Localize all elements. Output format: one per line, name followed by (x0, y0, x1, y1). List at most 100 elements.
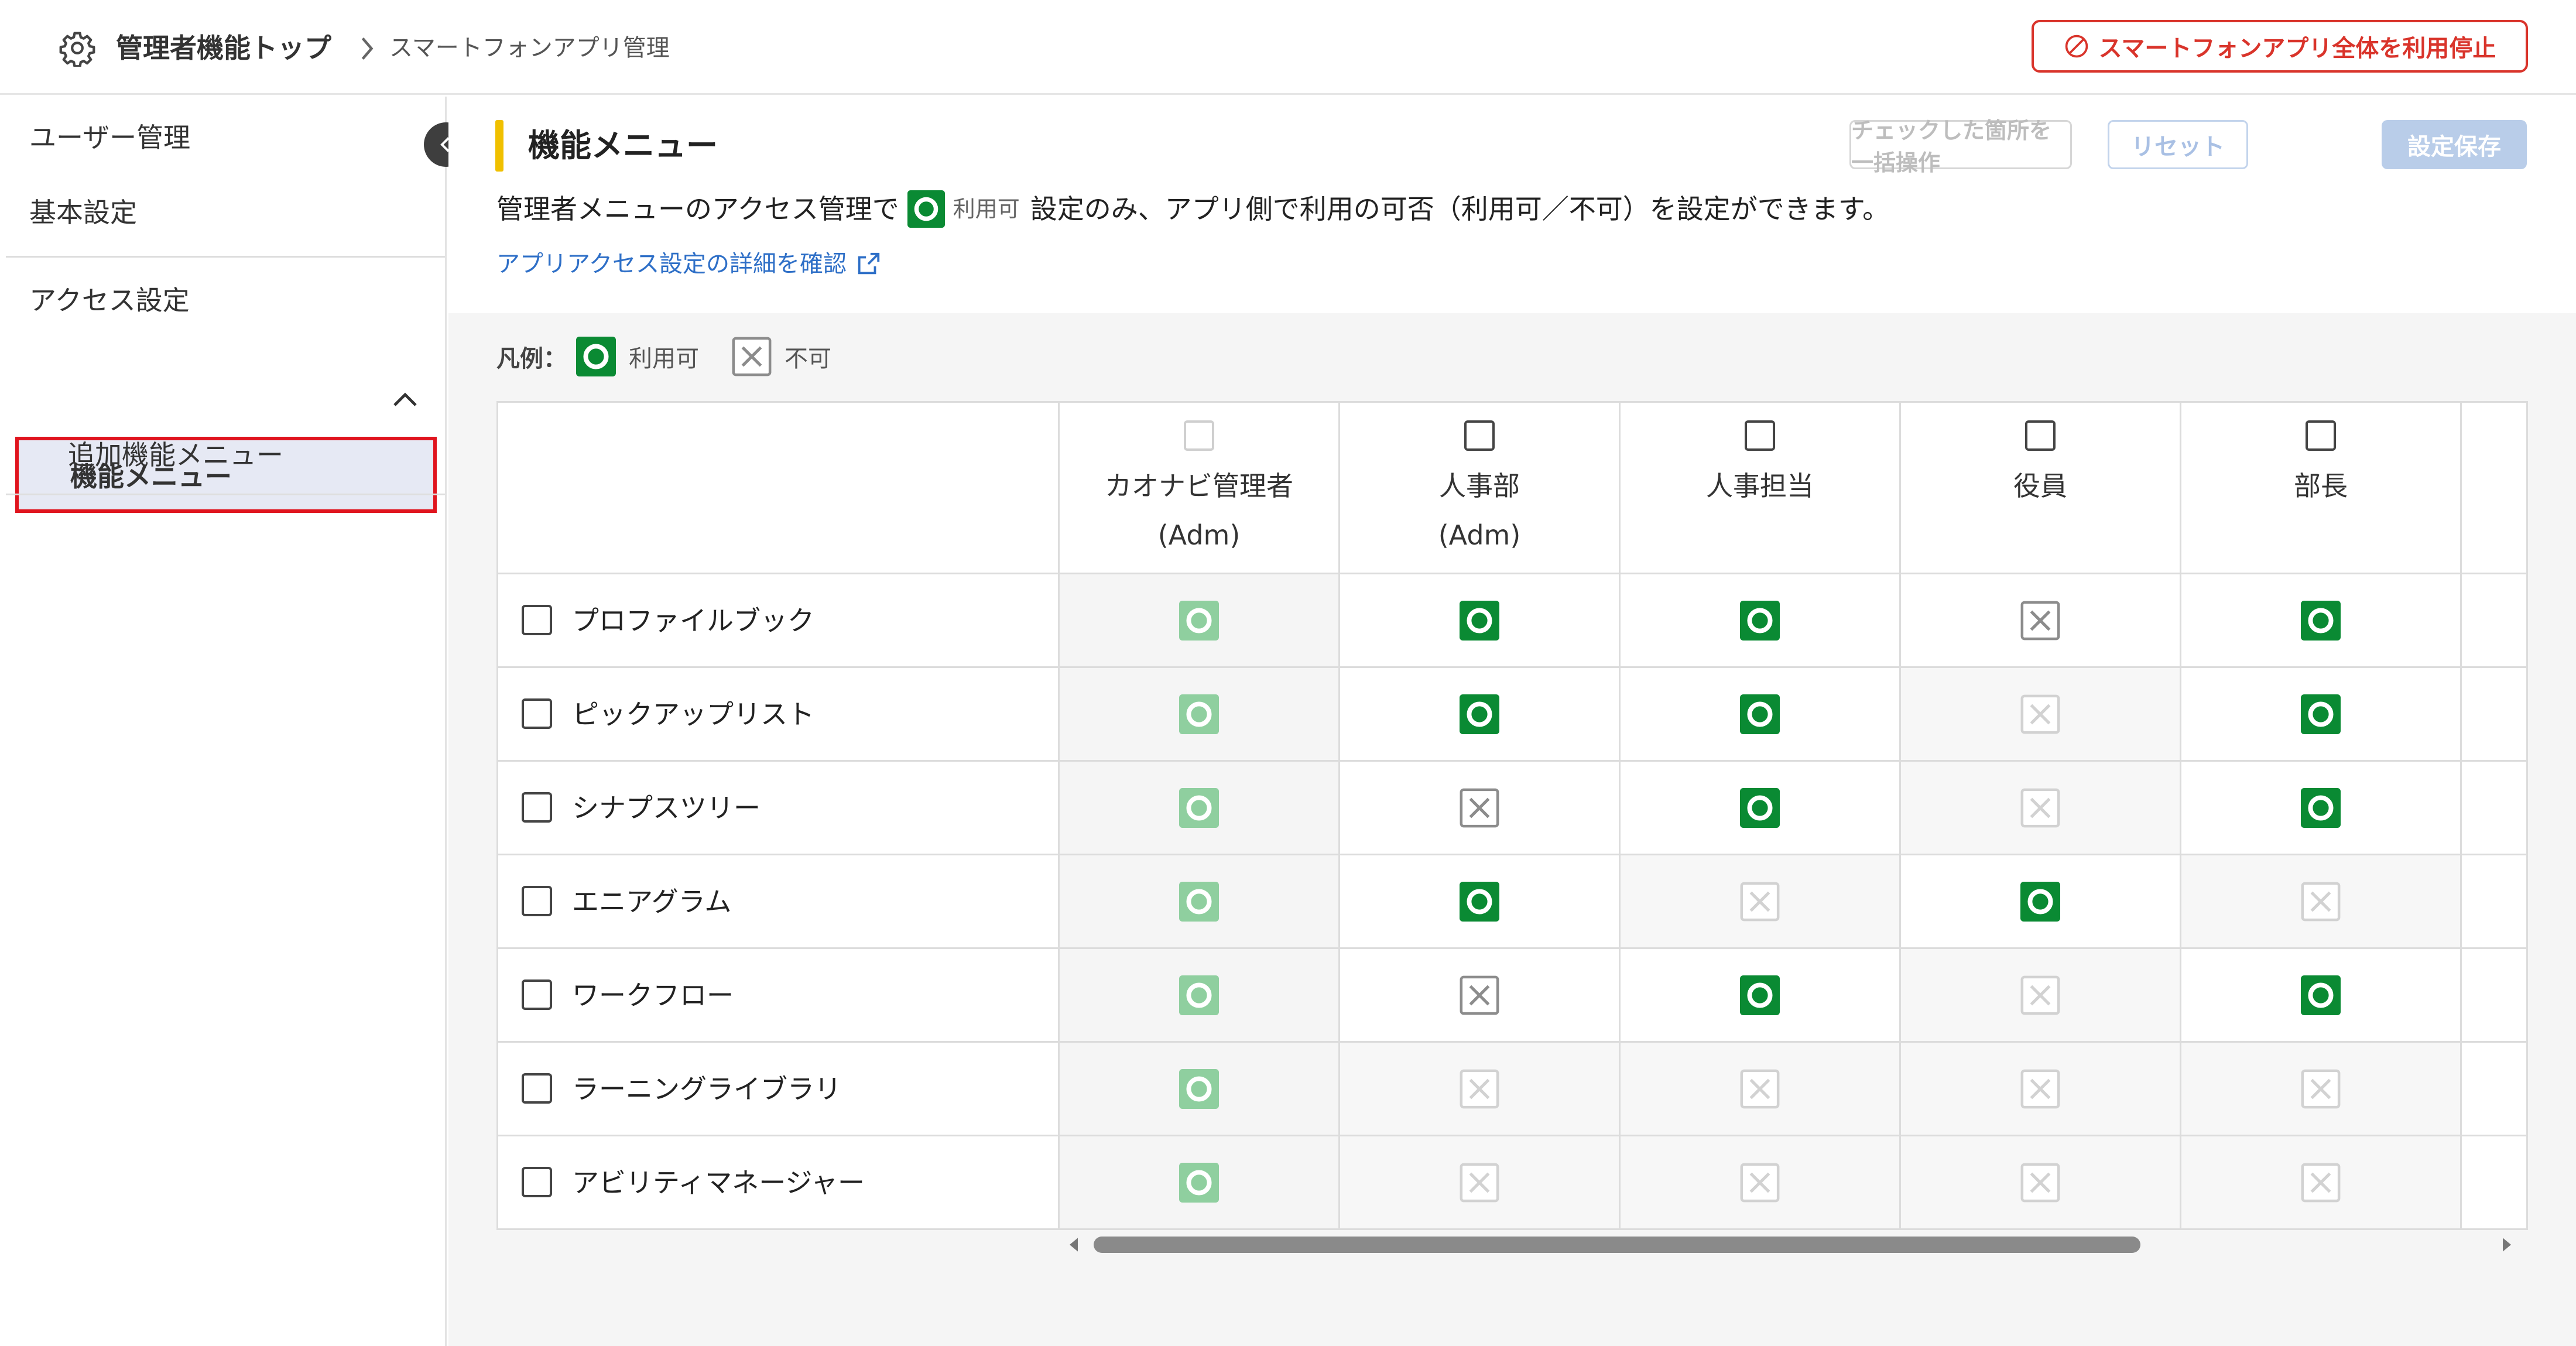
breadcrumb-root[interactable]: 管理者機能トップ (116, 30, 331, 66)
column-select-checkbox[interactable] (1745, 420, 1775, 451)
external-link-icon (858, 252, 880, 275)
available-icon (1179, 694, 1219, 734)
save-button[interactable]: 設定保存 (2382, 120, 2527, 169)
column-header: マ (2460, 403, 2526, 573)
unavailable-icon (2301, 1163, 2341, 1203)
permission-cell (1338, 668, 1619, 761)
available-icon (1179, 788, 1219, 828)
permission-cell (1899, 855, 2180, 948)
available-icon[interactable] (2301, 694, 2341, 734)
permission-cell (1899, 949, 2180, 1042)
column-header: 部長 (2180, 403, 2460, 573)
access-detail-link[interactable]: アプリアクセス設定の詳細を確認 (496, 248, 882, 280)
permission-cell (1619, 762, 1899, 854)
permission-cell (1338, 1136, 1619, 1228)
description-badge-label: 利用可 (953, 196, 1020, 222)
description-text-before: 管理者メニューのアクセス管理で (496, 193, 899, 225)
sidebar: ユーザー管理 基本設定 アクセス設定 機能メニュー 追加機能メニュー (0, 97, 468, 1346)
available-icon[interactable] (2301, 975, 2341, 1015)
breadcrumb-current: スマートフォンアプリ管理 (389, 35, 670, 61)
permission-cell (1619, 855, 1899, 948)
reset-button[interactable]: リセット (2108, 120, 2248, 169)
available-icon[interactable] (1460, 882, 1499, 922)
permission-cell (1338, 574, 1619, 667)
sidebar-item-basic-settings[interactable]: 基本設定 (29, 195, 137, 230)
row-select-checkbox[interactable] (522, 792, 552, 823)
legend-available-label: 利用可 (629, 345, 699, 372)
gear-icon[interactable] (59, 29, 96, 67)
column-select-checkbox[interactable] (2025, 420, 2056, 451)
row-label: ラーニングライブラリ (572, 1073, 841, 1105)
column-header: カオナビ管理者 (Adm) (1058, 403, 1338, 573)
app-header: 管理者機能トップ スマートフォンアプリ管理 スマートフォンアプリ全体を利用停止 (0, 0, 2576, 95)
sidebar-item-user-management[interactable]: ユーザー管理 (29, 120, 190, 155)
available-icon[interactable] (1740, 601, 1780, 641)
column-select-checkbox (1184, 420, 1214, 451)
available-icon[interactable] (2301, 788, 2341, 828)
unavailable-icon (2301, 1069, 2341, 1109)
permission-cell (2180, 762, 2460, 854)
scroll-left-arrow-icon[interactable] (1067, 1237, 1081, 1253)
permission-cell (2460, 1136, 2526, 1228)
unavailable-icon (2020, 975, 2060, 1015)
table-row: エニアグラム (498, 855, 1058, 948)
column-select-checkbox[interactable] (2306, 420, 2336, 451)
row-select-checkbox[interactable] (522, 886, 552, 916)
sidebar-divider (6, 256, 445, 258)
unavailable-icon[interactable] (1460, 788, 1499, 828)
permission-cell (1619, 1043, 1899, 1135)
row-select-checkbox[interactable] (522, 979, 552, 1010)
column-select-checkbox[interactable] (1464, 420, 1495, 451)
unavailable-icon[interactable] (2020, 601, 2060, 641)
available-icon[interactable] (1740, 975, 1780, 1015)
stop-app-button[interactable]: スマートフォンアプリ全体を利用停止 (2032, 20, 2528, 73)
permission-cell (1338, 949, 1619, 1042)
available-icon[interactable] (1460, 694, 1499, 734)
available-icon (1179, 882, 1219, 922)
unavailable-icon (1740, 1069, 1780, 1109)
permission-cell (2180, 1043, 2460, 1135)
permission-cell (1619, 668, 1899, 761)
permission-cell (1899, 668, 2180, 761)
permission-cell (1899, 1043, 2180, 1135)
unavailable-icon[interactable] (1460, 975, 1499, 1015)
permission-cell (1338, 1043, 1619, 1135)
available-icon[interactable] (2020, 882, 2060, 922)
permission-cell (1058, 1136, 1338, 1228)
available-icon[interactable] (1740, 788, 1780, 828)
sidebar-item-access-settings[interactable]: アクセス設定 (29, 283, 190, 318)
title-accent-bar (495, 120, 503, 172)
chevron-up-icon[interactable] (391, 391, 419, 409)
permission-cell (2180, 574, 2460, 667)
permission-cell (1338, 762, 1619, 854)
permission-cell (1058, 949, 1338, 1042)
permission-cell (1899, 574, 2180, 667)
row-label: エニアグラム (572, 886, 732, 917)
scroll-right-arrow-icon[interactable] (2500, 1237, 2514, 1253)
available-icon (1179, 601, 1219, 641)
prohibit-icon (2065, 35, 2088, 58)
bulk-operation-button[interactable]: チェックした箇所を一括操作 (1849, 118, 2072, 176)
row-select-checkbox[interactable] (522, 605, 552, 635)
row-select-checkbox[interactable] (522, 1167, 552, 1197)
available-icon[interactable] (2301, 601, 2341, 641)
legend: 凡例： 利用可 不可 (496, 337, 864, 376)
available-icon[interactable] (1740, 694, 1780, 734)
description: 管理者メニューのアクセス管理で 利用可 設定のみ、アプリ側で利用の可否（利用可／… (496, 190, 1889, 228)
column-header-label: 役員 (2013, 470, 2067, 502)
available-icon (1179, 1163, 1219, 1203)
legend-unavailable-label: 不可 (785, 345, 831, 372)
permission-cell (1058, 1043, 1338, 1135)
row-label: アビリティマネージャー (572, 1167, 865, 1198)
page-title: 機能メニュー (528, 127, 718, 164)
column-header-label: 人事担当 (1706, 470, 1814, 502)
row-select-checkbox[interactable] (522, 1073, 552, 1104)
table-row: プロファイルブック (498, 574, 1058, 667)
available-icon[interactable] (1460, 601, 1499, 641)
table-row: アビリティマネージャー (498, 1136, 1058, 1228)
unavailable-icon (2020, 1069, 2060, 1109)
row-select-checkbox[interactable] (522, 698, 552, 729)
horizontal-scrollbar-thumb[interactable] (1094, 1237, 2140, 1253)
sidebar-item-additional-function-menu[interactable]: 追加機能メニュー (68, 437, 283, 472)
permission-cell (2180, 668, 2460, 761)
